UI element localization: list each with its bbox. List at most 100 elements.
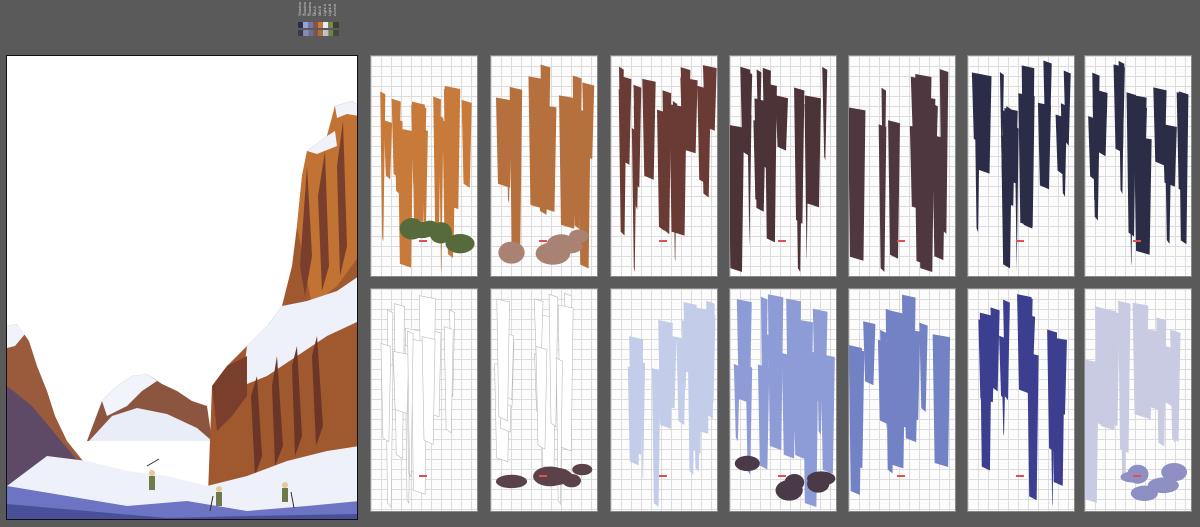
sheet-dark-brown-pieces — [729, 55, 837, 277]
vector-piece — [572, 463, 593, 476]
vector-piece — [559, 95, 577, 229]
sheet-shapes — [733, 294, 836, 508]
sheet-marker — [1016, 475, 1024, 477]
vector-piece — [730, 125, 744, 273]
sheet-pale-blue-pieces — [610, 288, 718, 512]
sheet-white-outline-pieces — [370, 288, 478, 512]
vector-piece — [629, 336, 644, 455]
vector-piece — [1113, 64, 1125, 153]
sheet-shapes — [495, 64, 595, 269]
vector-piece — [932, 334, 951, 468]
vector-piece — [1134, 136, 1152, 255]
vector-piece — [932, 135, 946, 261]
vector-piece — [445, 234, 475, 254]
sheet-shapes — [730, 66, 828, 273]
vector-piece — [495, 474, 528, 489]
vector-piece — [397, 128, 414, 268]
vector-piece — [651, 367, 661, 508]
vector-piece — [822, 66, 828, 161]
vector-piece — [1018, 93, 1035, 227]
sheet-marker — [897, 240, 905, 242]
vector-piece — [443, 326, 454, 434]
vector-piece — [1126, 92, 1137, 237]
vector-piece — [461, 99, 472, 188]
vector-piece — [392, 351, 410, 414]
sheet-shapes — [849, 294, 951, 495]
sheet-marker — [1133, 475, 1141, 477]
vector-piece — [849, 345, 862, 495]
sheet-marker — [778, 240, 786, 242]
sheet-white-and-brown-pieces — [490, 288, 598, 512]
sheet-copper-pieces — [490, 55, 598, 277]
sheet-marker — [897, 475, 905, 477]
vector-piece — [383, 120, 393, 180]
swatch-label: Accent — [333, 3, 337, 16]
sheet-periwinkle-pieces — [848, 288, 956, 512]
vector-piece — [535, 346, 548, 450]
sheet-orange-green-pieces — [370, 55, 478, 277]
sheet-shapes — [627, 300, 716, 508]
sheet-midnight-pieces — [1084, 55, 1192, 277]
vector-piece — [804, 95, 821, 208]
sheet-navy-pieces — [967, 55, 1075, 277]
sheet-marker — [419, 240, 427, 242]
sheet-marker — [778, 475, 786, 477]
vector-piece — [551, 240, 583, 254]
vector-piece — [775, 95, 789, 151]
vector-piece — [562, 474, 581, 488]
vector-piece — [701, 96, 711, 198]
vector-piece — [903, 328, 921, 421]
sheet-marker — [659, 475, 667, 477]
sheet-shapes — [494, 292, 593, 506]
sheet-marker — [539, 240, 547, 242]
sheet-shapes — [380, 295, 456, 508]
vector-piece — [495, 97, 513, 188]
sheet-shapes — [849, 69, 949, 273]
vector-piece — [642, 78, 656, 180]
vector-piece — [380, 343, 392, 443]
vector-piece — [919, 322, 928, 413]
vector-piece — [849, 107, 866, 261]
sheet-blue-and-dark-pieces — [729, 288, 837, 512]
sheet-indigo-pieces — [967, 288, 1075, 512]
vector-piece — [577, 109, 590, 196]
sheet-shapes — [971, 60, 1071, 273]
canyon-poster-artwork — [6, 55, 358, 520]
vector-piece — [1178, 91, 1189, 245]
sheet-shapes — [618, 65, 717, 273]
vector-piece — [734, 455, 760, 472]
vector-piece — [794, 87, 805, 224]
vector-piece — [683, 301, 697, 376]
vector-piece — [753, 120, 766, 204]
vector-piece — [976, 73, 992, 174]
vector-piece — [408, 221, 436, 239]
vector-piece — [920, 96, 936, 192]
vector-piece — [888, 120, 900, 259]
sheet-marker — [659, 240, 667, 242]
canyon-illustration — [7, 101, 357, 519]
vector-piece — [1002, 110, 1016, 207]
sheet-shapes — [380, 86, 475, 273]
vector-piece — [793, 367, 807, 459]
sheet-brown-pieces — [610, 55, 718, 277]
vector-piece — [1106, 310, 1120, 426]
vector-piece — [784, 474, 805, 492]
vector-piece — [661, 334, 677, 409]
vector-piece — [736, 299, 752, 403]
vector-piece — [676, 336, 687, 426]
vector-piece — [863, 321, 876, 386]
color-swatch — [333, 22, 339, 28]
sheet-marker — [1016, 240, 1024, 242]
sheet-shapes — [1085, 300, 1188, 504]
vector-piece — [498, 241, 525, 264]
vector-piece — [1140, 332, 1153, 420]
sheet-shapes — [978, 294, 1067, 508]
sheet-plum-pieces — [848, 55, 956, 277]
vector-piece — [807, 471, 836, 486]
sheet-marker — [539, 475, 547, 477]
color-palette: Shadow A Shadow B Shadow C Mid A Mid B Light … — [298, 2, 339, 50]
vector-piece — [438, 115, 444, 273]
vector-piece — [1161, 462, 1188, 482]
vector-piece — [1014, 125, 1019, 273]
vector-piece — [496, 298, 510, 422]
